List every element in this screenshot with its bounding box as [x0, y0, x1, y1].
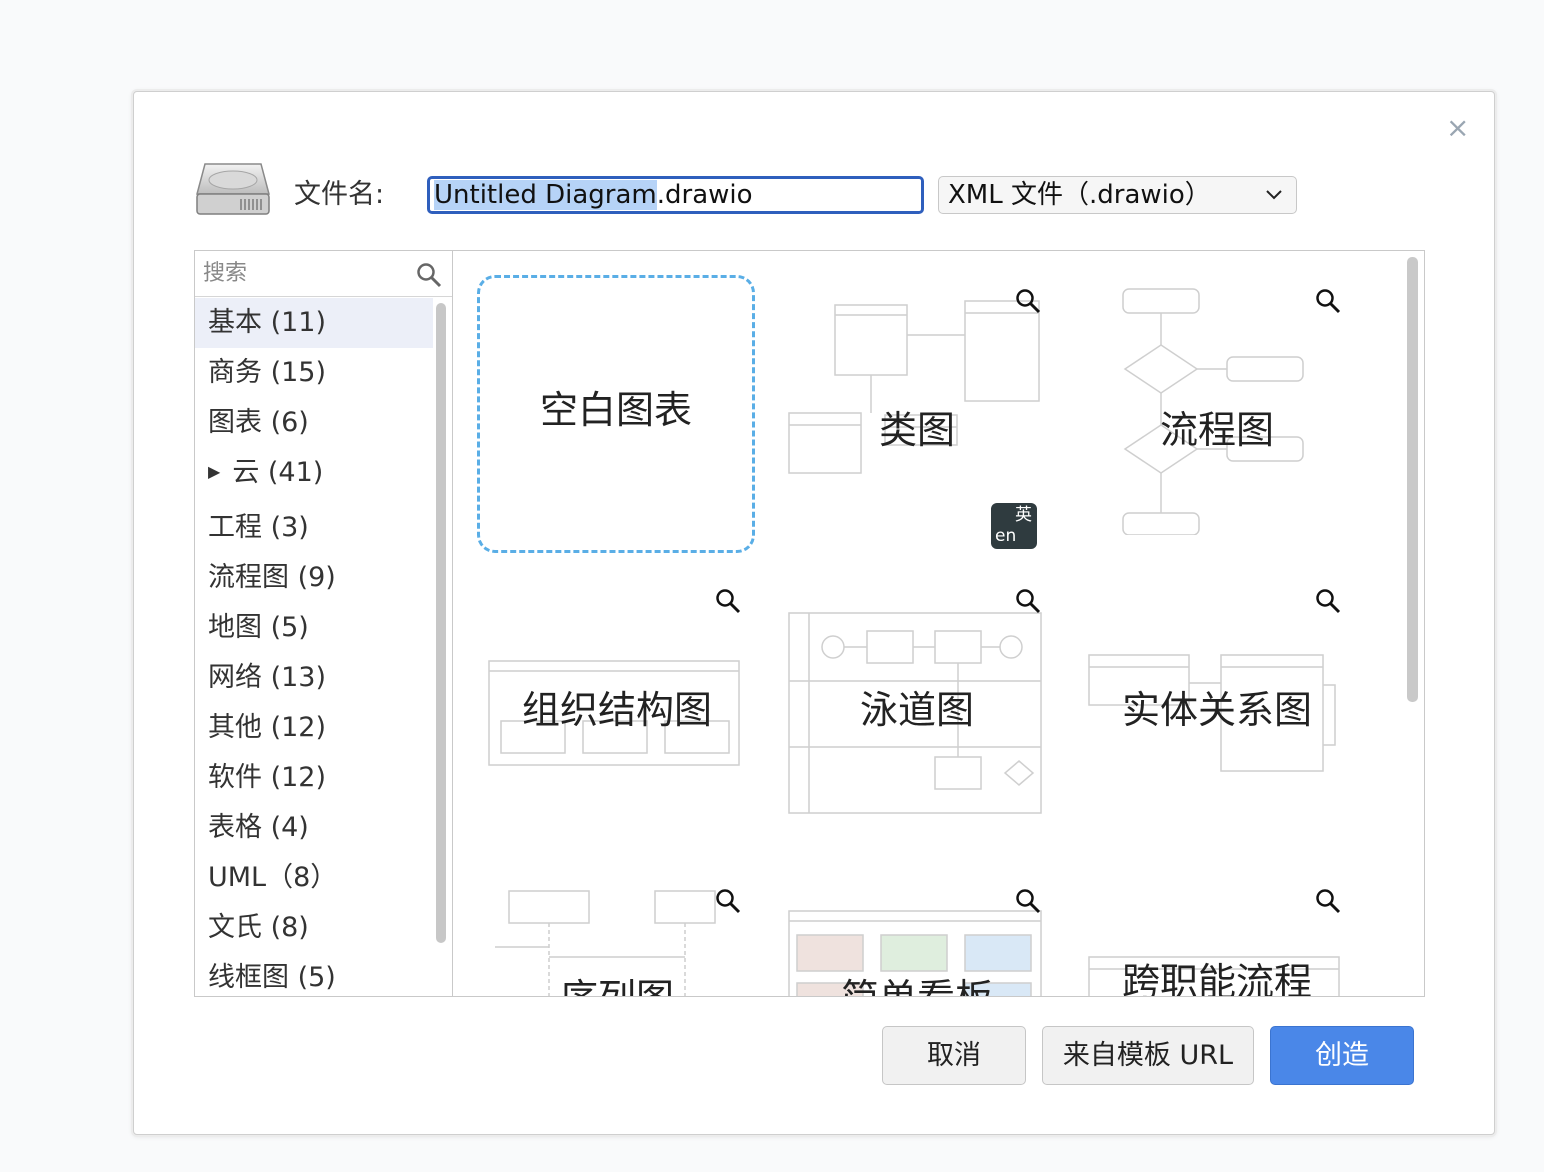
category-sidebar: 搜索 基本 (11) 商务 (15) 图表 (6) ▶ 云 (41) 工程 (3)…: [194, 250, 453, 997]
zoom-icon[interactable]: [1315, 888, 1341, 914]
category-item-network[interactable]: 网络 (13): [195, 653, 433, 703]
format-select-value: XML 文件（.drawio）: [948, 180, 1211, 210]
zoom-icon[interactable]: [1015, 288, 1041, 314]
template-gallery: 空白图表 类图 流程图 组织结构图 泳道图 实体关系图 跨职能流程: [453, 250, 1425, 997]
drive-icon: [196, 163, 270, 215]
template-flowchart[interactable]: 流程图: [1087, 275, 1347, 535]
search-input[interactable]: 搜索: [195, 251, 452, 297]
zoom-icon[interactable]: [715, 588, 741, 614]
template-label: 空白图表: [539, 388, 692, 432]
category-item-maps[interactable]: 地图 (5): [195, 603, 433, 653]
filename-label: 文件名:: [294, 179, 385, 210]
gallery-scrollbar[interactable]: [1407, 257, 1418, 702]
template-label: 跨职能流程: [1121, 960, 1312, 997]
translate-badge-top: 英: [1015, 505, 1032, 525]
category-item-tables[interactable]: 表格 (4): [195, 803, 433, 853]
filename-input[interactable]: Untitled Diagram.drawio: [427, 176, 924, 214]
category-item-software[interactable]: 软件 (12): [195, 753, 433, 803]
zoom-icon[interactable]: [1315, 288, 1341, 314]
template-er-diagram[interactable]: 实体关系图: [1087, 575, 1347, 835]
template-class-diagram[interactable]: 类图: [787, 275, 1047, 535]
category-item-cloud[interactable]: ▶ 云 (41): [195, 448, 433, 503]
close-icon[interactable]: ×: [1446, 114, 1469, 142]
search-icon[interactable]: [416, 262, 442, 288]
category-item-charts[interactable]: 图表 (6): [195, 398, 433, 448]
category-item-business[interactable]: 商务 (15): [195, 348, 433, 398]
template-swimlane[interactable]: 泳道图: [787, 575, 1047, 835]
template-label: 实体关系图: [1121, 688, 1312, 732]
zoom-icon[interactable]: [715, 888, 741, 914]
category-list: 基本 (11) 商务 (15) 图表 (6) ▶ 云 (41) 工程 (3) 流程…: [195, 298, 433, 996]
template-label: 泳道图: [859, 688, 974, 732]
expand-arrow-icon[interactable]: ▶: [208, 462, 220, 481]
filename-selected-text: Untitled Diagram: [434, 180, 657, 210]
category-item-wireframes[interactable]: 线框图 (5): [195, 953, 433, 996]
template-org-chart[interactable]: 组织结构图: [487, 575, 747, 835]
translate-icon[interactable]: 英 en: [991, 503, 1037, 549]
category-label: 云 (41): [232, 457, 324, 488]
filename-extension-text: .drawio: [656, 180, 753, 210]
template-sequence-diagram[interactable]: 序列图: [487, 875, 747, 996]
flowchart-thumbnail: [1122, 288, 1304, 535]
template-simple-kanban[interactable]: 简单看板: [787, 875, 1047, 996]
template-label: 类图: [878, 408, 955, 452]
template-cross-functional[interactable]: 跨职能流程: [1087, 875, 1347, 997]
search-placeholder: 搜索: [203, 261, 248, 286]
category-item-basic[interactable]: 基本 (11): [195, 298, 433, 348]
zoom-icon[interactable]: [1315, 588, 1341, 614]
class-diagram-thumbnail: [788, 300, 1040, 474]
zoom-icon[interactable]: [1015, 588, 1041, 614]
category-item-other[interactable]: 其他 (12): [195, 703, 433, 753]
zoom-icon[interactable]: [1015, 888, 1041, 914]
category-item-uml[interactable]: UML（8）: [195, 853, 433, 903]
template-label: 简单看板: [787, 975, 1047, 996]
cancel-button[interactable]: 取消: [882, 1026, 1026, 1085]
template-label: 流程图: [1159, 408, 1274, 452]
create-button[interactable]: 创造: [1270, 1026, 1414, 1085]
category-item-engineering[interactable]: 工程 (3): [195, 503, 433, 553]
category-item-venn[interactable]: 文氏 (8): [195, 903, 433, 953]
template-label: 组织结构图: [521, 688, 712, 732]
format-select[interactable]: XML 文件（.drawio）: [938, 176, 1297, 214]
category-item-flowchart[interactable]: 流程图 (9): [195, 553, 433, 603]
translate-badge-bottom: en: [995, 526, 1017, 546]
sidebar-scrollbar[interactable]: [436, 303, 446, 943]
template-label: 序列图: [487, 975, 747, 996]
template-blank[interactable]: 空白图表: [477, 275, 755, 553]
chevron-down-icon: [1266, 190, 1282, 200]
template-url-button[interactable]: 来自模板 URL: [1042, 1026, 1254, 1085]
